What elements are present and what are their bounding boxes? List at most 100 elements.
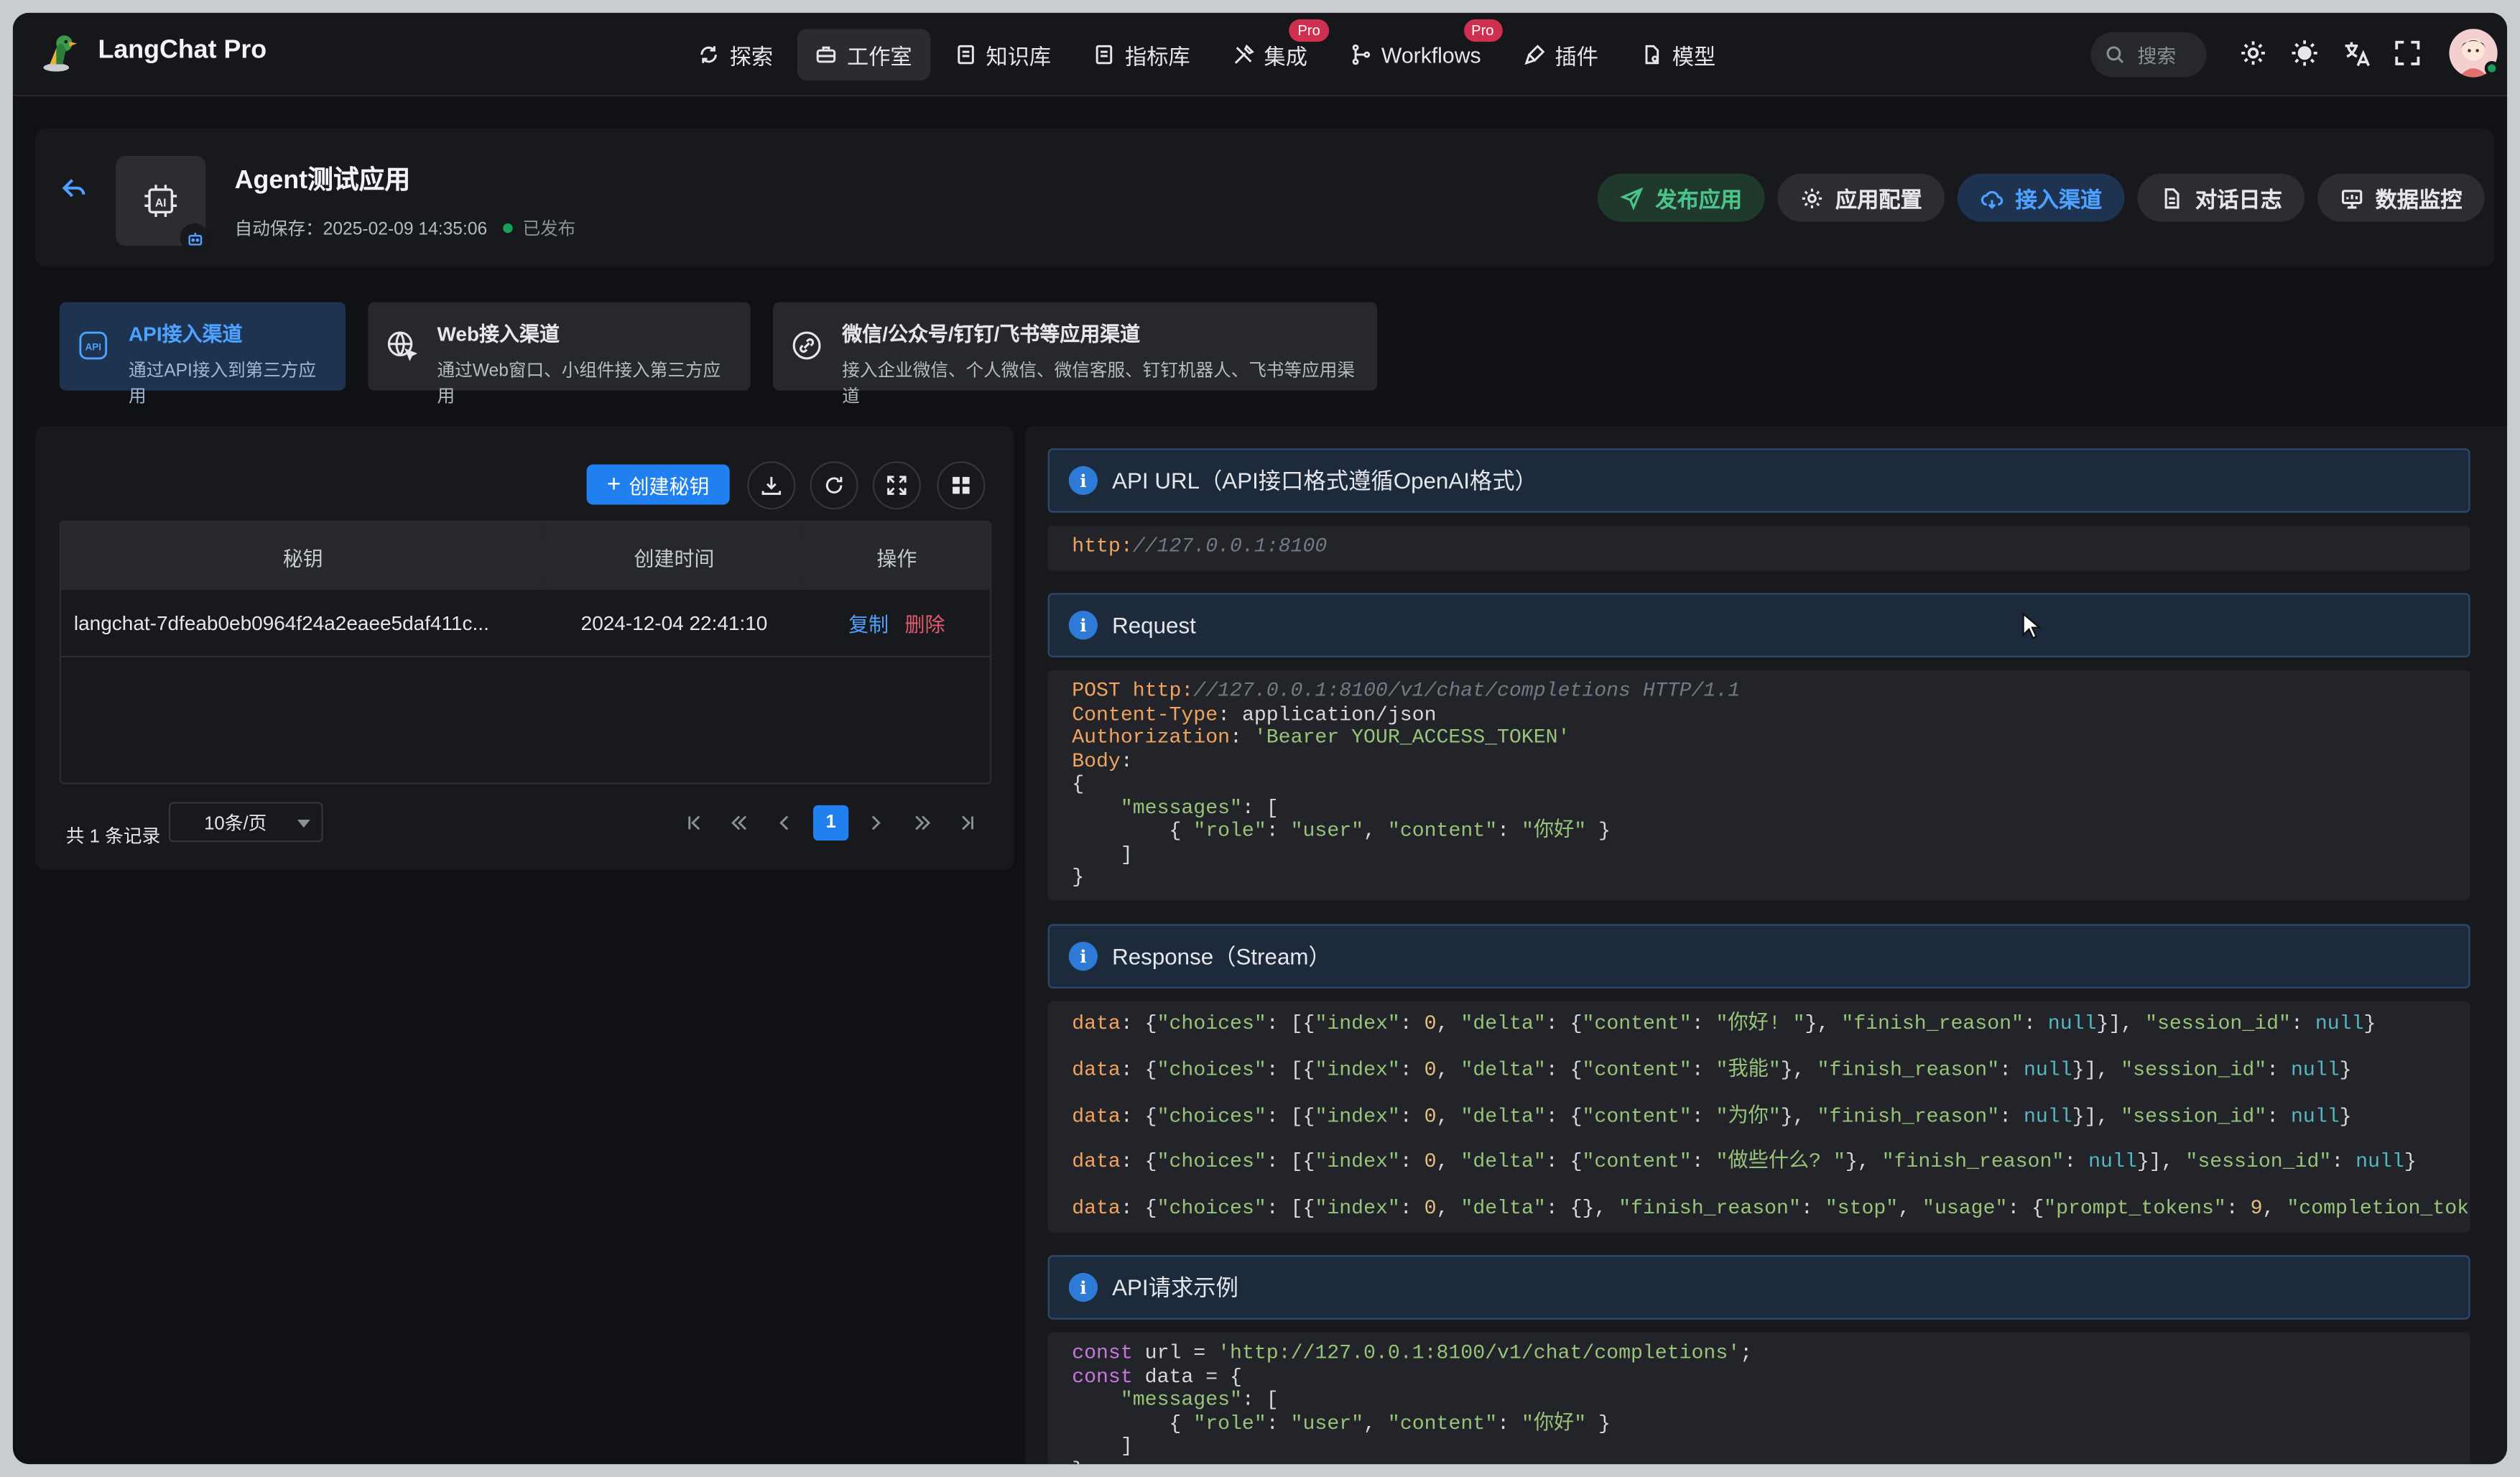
api-docs-panel: i API URL（API接口格式遵循OpenAI格式） http://127.… (1025, 425, 2508, 1465)
response-code[interactable]: data: {"choices": [{"index": 0, "delta":… (1047, 1001, 2470, 1233)
refresh-icon (700, 46, 717, 63)
ai-chip-icon: AI (144, 185, 177, 218)
download-button[interactable] (747, 461, 796, 510)
next-page-button[interactable] (858, 805, 894, 841)
example-code[interactable]: const url = 'http://127.0.0.1:8100/v1/ch… (1047, 1332, 2470, 1465)
page-number-current[interactable]: 1 (813, 805, 849, 841)
delete-key-link[interactable]: 删除 (905, 608, 945, 639)
response-section-header: i Response（Stream） (1047, 924, 2470, 988)
prev-page-button[interactable] (766, 805, 802, 841)
api-url-section-header: i API URL（API接口格式遵循OpenAI格式） (1047, 448, 2470, 513)
refresh-icon (825, 476, 843, 494)
copy-key-link[interactable]: 复制 (848, 608, 889, 639)
total-records: 共 1 条记录 (65, 828, 161, 848)
tools-icon (1233, 44, 1254, 64)
chevron-down-icon (297, 819, 310, 828)
nav-label: 模型 (1672, 45, 1716, 70)
app-type-badge (180, 223, 209, 253)
briefcase-icon (816, 46, 836, 63)
info-icon: i (1068, 941, 1098, 971)
tab-subtitle: 通过API接入到第三方应用 (128, 361, 317, 407)
search-icon (2106, 46, 2124, 64)
column-header-actions: 操作 (803, 522, 991, 591)
fast-backward-button[interactable] (722, 805, 757, 841)
mouse-cursor-icon (2022, 612, 2042, 639)
nav-integration[interactable]: 集成 Pro (1214, 19, 1329, 80)
api-url-code[interactable]: http://127.0.0.1:8100 (1047, 525, 2470, 571)
key-cell[interactable]: langchat-7dfeab0eb0964f24a2eaee5daf411c.… (61, 590, 545, 658)
monitor-label: 数据监控 (2375, 187, 2463, 213)
last-page-button[interactable] (950, 805, 985, 841)
first-page-icon (688, 815, 700, 830)
tab-im-channel[interactable]: 微信/公众号/钉钉/飞书等应用渠道 接入企业微信、个人微信、微信客服、钉钉机器人… (773, 302, 1378, 407)
tab-web-channel[interactable]: Web接入渠道 通过Web窗口、小组件接入第三方应用 (368, 302, 751, 407)
gear-icon[interactable] (2238, 39, 2267, 68)
example-section-header: i API请求示例 (1047, 1255, 2470, 1320)
request-code[interactable]: POST http://127.0.0.1:8100/v1/chat/compl… (1047, 670, 2470, 900)
nav-label: 探索 (729, 45, 774, 70)
chat-logs-button[interactable]: 对话日志 (2137, 173, 2305, 222)
fullscreen-icon[interactable] (2393, 39, 2422, 68)
nav-workflows[interactable]: Workflows Pro (1332, 19, 1502, 80)
app-title: Agent测试应用 (234, 167, 411, 195)
monitor-icon (2341, 189, 2363, 208)
column-settings-button[interactable] (937, 461, 986, 510)
double-right-icon (915, 815, 931, 830)
tab-api-channel[interactable]: API API接入渠道 通过API接入到第三方应用 (59, 302, 346, 407)
page-size-select[interactable]: 10条/页 (168, 802, 323, 843)
flow-icon (1351, 44, 1370, 65)
nav-models[interactable]: 模型 (1622, 29, 1733, 80)
tab-subtitle: 通过Web窗口、小组件接入第三方应用 (437, 361, 721, 407)
pro-badge: Pro (1463, 19, 1502, 42)
refresh-button[interactable] (810, 461, 858, 510)
search-box[interactable]: 搜索 (2090, 32, 2207, 78)
app-config-button[interactable]: 应用配置 (1777, 173, 1945, 222)
app-name: LangChat Pro (98, 37, 267, 65)
autosave-time: 自动保存：2025-02-09 14:35:06 (234, 220, 488, 240)
chevron-right-icon (871, 815, 881, 830)
gear-icon (1802, 187, 1822, 208)
app-window: LangChat Pro 探索 工作室 知识库 指标库 集成 Pro Workf… (12, 12, 2508, 1465)
create-key-button[interactable]: + 创建秘钥 (586, 464, 730, 505)
nav-knowledge[interactable]: 知识库 (936, 29, 1069, 80)
nav-studio[interactable]: 工作室 (797, 29, 930, 80)
sun-icon[interactable] (2290, 39, 2319, 68)
parrot-logo-icon (43, 35, 78, 72)
nav-metrics[interactable]: 指标库 (1075, 29, 1208, 80)
logs-label: 对话日志 (2195, 187, 2282, 213)
expand-button[interactable] (872, 461, 921, 510)
nav-label: 工作室 (847, 45, 912, 70)
fast-forward-button[interactable] (905, 805, 940, 841)
first-page-button[interactable] (677, 805, 712, 841)
chevron-left-icon (779, 815, 789, 830)
data-monitor-button[interactable]: 数据监控 (2317, 173, 2485, 222)
api-keys-panel: + 创建秘钥 秘钥 创建时间 操作 langchat-7dfeab0eb0964… (35, 425, 1014, 870)
last-page-icon (962, 815, 973, 830)
top-bar: LangChat Pro 探索 工作室 知识库 指标库 集成 Pro Workf… (12, 12, 2508, 97)
brand[interactable]: LangChat Pro (40, 29, 267, 74)
info-icon: i (1068, 466, 1098, 496)
keys-table: 秘钥 创建时间 操作 langchat-7dfeab0eb0964f24a2ea… (59, 520, 992, 784)
publish-button[interactable]: 发布应用 (1597, 173, 1765, 222)
download-icon (761, 476, 782, 495)
double-left-icon (731, 815, 747, 830)
channel-button[interactable]: 接入渠道 (1957, 173, 2125, 222)
send-icon (1620, 186, 1644, 210)
nav-plugins[interactable]: 插件 (1505, 29, 1616, 80)
nav-explore[interactable]: 探索 (680, 29, 790, 80)
back-arrow-icon[interactable] (58, 172, 91, 204)
info-icon: i (1068, 1272, 1098, 1302)
document-icon (1095, 45, 1113, 65)
nav-label: Workflows (1381, 42, 1481, 67)
online-status-dot (2484, 61, 2499, 76)
translate-icon[interactable] (2342, 39, 2371, 68)
tab-title: API接入渠道 (128, 323, 243, 346)
header-actions: 发布应用 应用配置 接入渠道 对话日志 数据监控 (1597, 173, 2485, 222)
published-dot (503, 223, 514, 233)
section-title: Response（Stream） (1112, 943, 1331, 970)
created-cell: 2024-12-04 22:41:10 (545, 590, 804, 658)
nav-label: 指标库 (1125, 45, 1190, 70)
log-file-icon (2164, 187, 2179, 208)
expand-icon (887, 476, 907, 495)
cloud-icon (1981, 190, 2004, 208)
